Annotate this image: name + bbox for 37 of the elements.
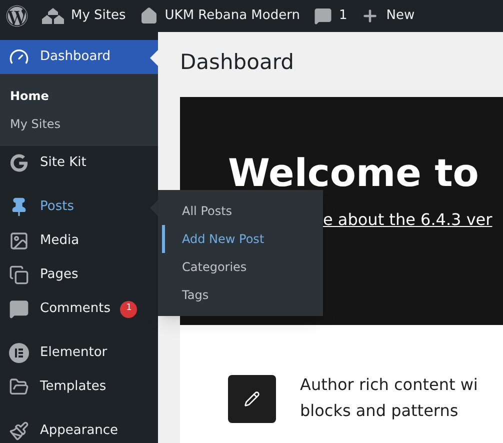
plus-icon	[361, 7, 380, 25]
admin-bar-link[interactable]: My Sites	[71, 6, 126, 26]
admin-bar-link[interactable]: UKM Rebana Modern	[164, 6, 300, 26]
feature-text: blocks and patterns	[300, 400, 460, 422]
admin-bar-link[interactable]: New	[386, 6, 415, 26]
google-icon	[10, 154, 28, 172]
menu-item[interactable]: Site Kit	[0, 146, 158, 180]
menu-pointer-icon	[150, 50, 158, 66]
menu-item[interactable]: Elementor	[0, 336, 158, 370]
menu-item[interactable]: Templates	[0, 370, 158, 404]
speech-bubble-icon	[9, 299, 29, 319]
wordpress-logo-icon[interactable]	[6, 5, 28, 27]
elementor-icon	[9, 343, 29, 363]
menu-item[interactable]: Comments 1	[0, 292, 158, 326]
page-title: Dashboard	[180, 49, 295, 76]
menu-item[interactable]: Pages	[0, 258, 158, 292]
feature-text: Author rich content wi	[300, 374, 478, 396]
menu-item[interactable]: Appearance	[0, 414, 158, 443]
paintbrush-icon	[9, 421, 29, 441]
menu-item[interactable]: Dashboard	[0, 40, 158, 74]
welcome-heading: Welcome to	[228, 150, 480, 197]
submenu-item[interactable]: Home	[0, 82, 158, 110]
learn-more-link[interactable]: e about the 6.4.3 ver	[323, 210, 492, 229]
pages-icon	[9, 265, 29, 285]
speech-bubble-icon	[314, 7, 332, 25]
flyout-item[interactable]: All Posts	[162, 197, 323, 225]
image-icon	[9, 231, 29, 251]
admin-bar-link[interactable]: 1	[338, 6, 348, 26]
submenu-item[interactable]: My Sites	[0, 110, 158, 138]
folder-icon	[9, 377, 29, 397]
house-icon	[140, 7, 158, 25]
sites-icon	[42, 8, 64, 24]
flyout-item[interactable]: Tags	[162, 281, 323, 309]
pencil-icon	[244, 391, 260, 407]
flyout-item[interactable]: Categories	[162, 253, 323, 281]
count-badge: 1	[120, 300, 138, 318]
menu-item[interactable]: Media	[0, 224, 158, 258]
